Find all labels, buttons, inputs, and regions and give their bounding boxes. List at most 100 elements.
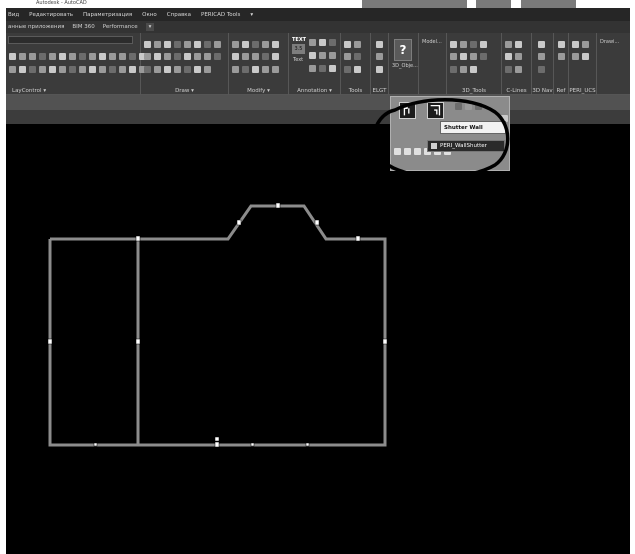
leader-icon[interactable] (329, 39, 336, 46)
tool-icon[interactable] (354, 41, 361, 48)
layer-icon[interactable] (99, 66, 106, 73)
layer-icon[interactable] (39, 66, 46, 73)
layer-icon[interactable] (69, 66, 76, 73)
zoom-icon[interactable] (538, 66, 545, 73)
elgt-icon[interactable] (376, 53, 383, 60)
help-question-icon[interactable]: ? (394, 39, 412, 61)
rectangle-icon[interactable] (174, 41, 181, 48)
elgt-icon[interactable] (376, 41, 383, 48)
3d-tool-icon[interactable] (450, 41, 457, 48)
obj3d-button-label[interactable]: 3D_Obje... (392, 63, 418, 69)
move-icon[interactable] (184, 41, 191, 48)
ucs-icon[interactable] (572, 41, 579, 48)
draw-icon[interactable] (154, 53, 161, 60)
draw-icon[interactable] (174, 53, 181, 60)
tool-icon[interactable] (354, 66, 361, 73)
model-button-label[interactable]: Model... (422, 39, 442, 45)
panel-label-peri-ucs[interactable]: PERI_UCS (569, 88, 596, 94)
panel-label-modify[interactable]: Modify ▾ (229, 88, 288, 94)
draw-icon[interactable] (194, 53, 201, 60)
draw-icon[interactable] (164, 53, 171, 60)
cline-icon[interactable] (505, 41, 512, 48)
3d-tool-icon[interactable] (460, 53, 467, 60)
3d-tool-icon[interactable] (480, 41, 487, 48)
modify-icon[interactable] (242, 53, 249, 60)
ucs-icon[interactable] (582, 53, 589, 60)
orbit-icon[interactable] (538, 41, 545, 48)
3d-tool-icon[interactable] (460, 66, 467, 73)
annotation-icon[interactable] (329, 65, 336, 72)
layer-icon[interactable] (99, 53, 106, 60)
layer-icon[interactable] (59, 53, 66, 60)
menu-window[interactable]: Окно (142, 12, 157, 18)
annotation-icon[interactable] (309, 65, 316, 72)
grip-point[interactable] (93, 442, 98, 447)
grip-point[interactable] (236, 219, 242, 226)
modify-icon[interactable] (252, 66, 259, 73)
panel-label-3d-nav[interactable]: 3D Nav (532, 88, 553, 94)
layer-icon[interactable] (49, 53, 56, 60)
cline-icon[interactable] (505, 53, 512, 60)
layer-icon[interactable] (79, 53, 86, 60)
tool-icon[interactable] (344, 41, 351, 48)
3d-tool-icon[interactable] (470, 53, 477, 60)
modify-icon[interactable] (262, 66, 269, 73)
menu-edit[interactable]: Редактировать (29, 12, 73, 18)
grip-point[interactable] (214, 436, 220, 442)
grip-point[interactable] (135, 235, 141, 242)
shutter-wall-tool-button[interactable] (399, 102, 416, 119)
grip-point[interactable] (305, 442, 310, 447)
layer-icon[interactable] (109, 66, 116, 73)
flyout-icon[interactable] (465, 103, 472, 110)
draw-icon[interactable] (144, 53, 151, 60)
peri-wallshutter-menu-item[interactable]: PERI_WallShutter (427, 140, 505, 152)
grip-point[interactable] (214, 441, 220, 448)
flyout-icon[interactable] (414, 148, 421, 155)
grip-point[interactable] (250, 442, 255, 447)
panel-label-elgt[interactable]: ELGT (371, 88, 388, 94)
layer-icon[interactable] (59, 66, 66, 73)
tool-icon[interactable] (344, 66, 351, 73)
tab-data-apps[interactable]: анные приложения (8, 24, 64, 30)
menu-view[interactable]: Вид (8, 12, 19, 18)
layer-icon[interactable] (49, 66, 56, 73)
panel-label-annotation[interactable]: Annotation ▾ (289, 88, 340, 94)
ucs-icon[interactable] (582, 41, 589, 48)
cline-icon[interactable] (515, 53, 522, 60)
polyline-icon[interactable] (154, 41, 161, 48)
dimension-icon[interactable] (319, 39, 326, 46)
layer-icon[interactable] (9, 53, 16, 60)
menu-pericad-tools[interactable]: PERICAD Tools (201, 12, 240, 18)
layer-icon[interactable] (89, 66, 96, 73)
cline-icon[interactable] (515, 41, 522, 48)
dimension-icon[interactable] (309, 39, 316, 46)
layer-icon[interactable] (9, 66, 16, 73)
layer-dropdown[interactable] (8, 36, 133, 44)
modify-icon[interactable] (232, 41, 239, 48)
pan-icon[interactable] (538, 53, 545, 60)
draw-icon[interactable] (204, 53, 211, 60)
hatch-icon[interactable] (164, 41, 171, 48)
flyout-icon[interactable] (455, 103, 462, 110)
draw-icon[interactable] (214, 53, 221, 60)
draw-icon[interactable] (204, 66, 211, 73)
draw-icon[interactable] (164, 66, 171, 73)
panel-label-tools[interactable]: Tools (341, 88, 370, 94)
layer-icon[interactable] (19, 53, 26, 60)
modify-icon[interactable] (272, 66, 279, 73)
modify-icon[interactable] (252, 41, 259, 48)
grip-point[interactable] (135, 338, 141, 345)
outer-wall-polyline[interactable] (48, 204, 387, 447)
modify-icon[interactable] (272, 53, 279, 60)
modify-icon[interactable] (262, 53, 269, 60)
annotation-icon[interactable] (319, 65, 326, 72)
flyout-icon[interactable] (475, 103, 482, 110)
tab-bim360[interactable]: BIM 360 (72, 24, 94, 30)
tool-icon[interactable] (344, 53, 351, 60)
mark-icon[interactable] (329, 52, 336, 59)
ucs-icon[interactable] (572, 53, 579, 60)
menu-parametric[interactable]: Параметризация (83, 12, 132, 18)
draw-icon[interactable] (184, 66, 191, 73)
ref-icon[interactable] (558, 41, 565, 48)
tab-overflow[interactable]: ▾ (145, 23, 155, 31)
